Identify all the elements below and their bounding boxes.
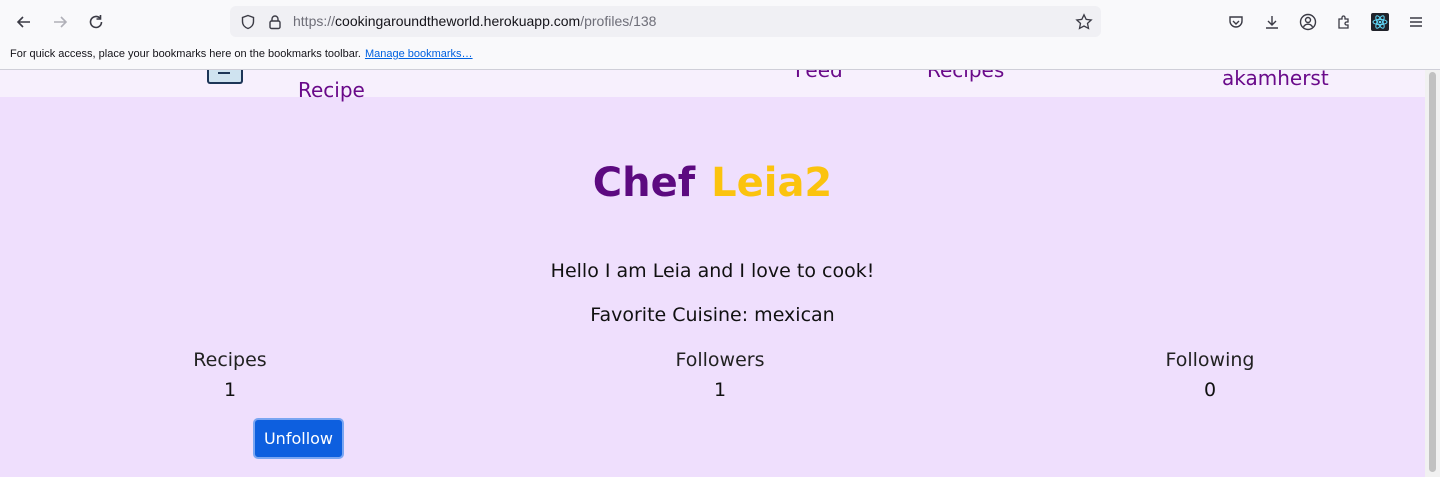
menu-button[interactable] bbox=[1403, 9, 1429, 35]
stat-followers-value: 1 bbox=[713, 379, 727, 401]
shield-icon[interactable] bbox=[238, 12, 258, 32]
account-button[interactable] bbox=[1295, 9, 1321, 35]
forward-arrow-icon bbox=[54, 16, 68, 28]
stat-recipes: Recipes 1 bbox=[130, 349, 330, 401]
page-scrollbar[interactable] bbox=[1425, 70, 1440, 477]
bookmarks-toolbar: For quick access, place your bookmarks h… bbox=[0, 42, 1440, 70]
url-host: cookingaroundtheworld.herokuapp.com bbox=[335, 13, 581, 29]
nav-feed-link[interactable]: Feed bbox=[795, 70, 843, 82]
stat-recipes-value: 1 bbox=[223, 379, 237, 401]
pocket-icon bbox=[1229, 16, 1243, 28]
react-icon bbox=[1371, 13, 1389, 31]
back-arrow-icon bbox=[16, 16, 30, 28]
stat-recipes-label: Recipes bbox=[193, 349, 267, 371]
unfollow-button[interactable]: Unfollow bbox=[253, 418, 344, 459]
nav-user-link[interactable]: akamherst bbox=[1222, 70, 1329, 90]
reload-icon bbox=[89, 15, 103, 29]
stat-following-value: 0 bbox=[1203, 379, 1217, 401]
scrollbar-thumb[interactable] bbox=[1429, 72, 1436, 472]
lock-icon[interactable] bbox=[265, 12, 285, 32]
profile-bio: Hello I am Leia and I love to cook! bbox=[550, 260, 875, 282]
browser-toolbar: https://cookingaroundtheworld.herokuapp.… bbox=[0, 0, 1440, 42]
nav-recipes-link[interactable]: Recipes bbox=[927, 70, 1004, 82]
stat-following-label: Following bbox=[1165, 349, 1255, 371]
site-navbar bbox=[0, 70, 1425, 97]
download-icon bbox=[1266, 16, 1278, 29]
bookmarks-message: For quick access, place your bookmarks h… bbox=[10, 48, 361, 60]
reload-button[interactable] bbox=[83, 9, 109, 35]
puzzle-icon bbox=[1338, 15, 1349, 29]
url-path: /profiles/138 bbox=[580, 13, 657, 29]
stat-following: Following 0 bbox=[1110, 349, 1310, 401]
hamburger-icon bbox=[1410, 17, 1422, 27]
pocket-button[interactable] bbox=[1223, 9, 1249, 35]
account-icon bbox=[1299, 13, 1317, 31]
manage-bookmarks-link[interactable]: Manage bookmarks… bbox=[365, 48, 473, 60]
url-bar[interactable]: https://cookingaroundtheworld.herokuapp.… bbox=[230, 6, 1101, 37]
nav-recipe-link[interactable]: Recipe bbox=[298, 78, 365, 102]
page-viewport: Recipe Feed Recipes akamherst Chef Leia2 … bbox=[0, 70, 1425, 477]
url-text[interactable]: https://cookingaroundtheworld.herokuapp.… bbox=[293, 13, 656, 29]
forward-button[interactable] bbox=[47, 9, 73, 35]
url-prefix: https:// bbox=[293, 13, 336, 29]
title-prefix: Chef bbox=[592, 160, 696, 206]
favorite-cuisine: Favorite Cuisine: mexican bbox=[590, 304, 835, 326]
stat-followers-label: Followers bbox=[675, 349, 765, 371]
downloads-button[interactable] bbox=[1259, 9, 1285, 35]
bookmark-star-icon[interactable] bbox=[1074, 12, 1094, 32]
site-logo-icon[interactable] bbox=[207, 70, 243, 84]
profile-username: Leia2 bbox=[711, 160, 833, 206]
react-devtools-button[interactable] bbox=[1367, 9, 1393, 35]
profile-title: Chef Leia2 bbox=[0, 160, 1425, 206]
back-button[interactable] bbox=[11, 9, 37, 35]
extensions-button[interactable] bbox=[1331, 9, 1357, 35]
stat-followers: Followers 1 bbox=[620, 349, 820, 401]
